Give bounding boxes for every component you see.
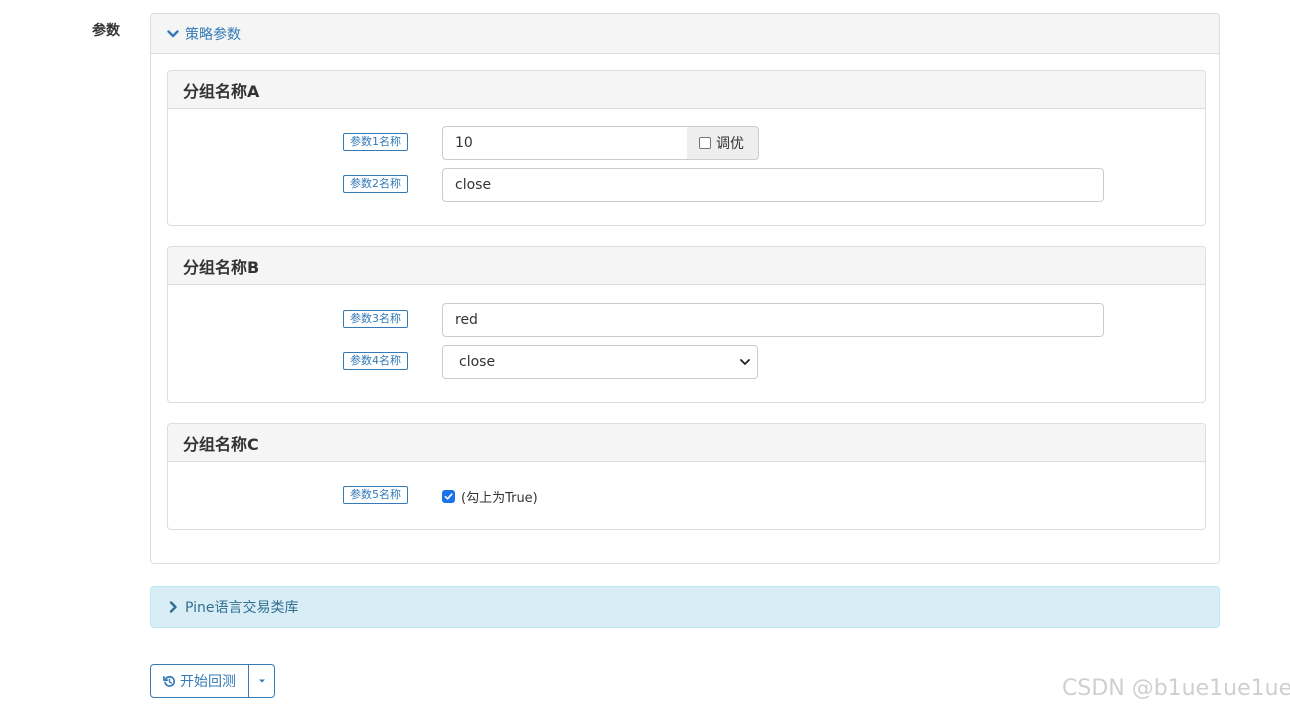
param-row-2: 参数2名称 xyxy=(168,168,1205,202)
param-row-3: 参数3名称 xyxy=(168,303,1205,337)
param-4-select[interactable]: close xyxy=(442,345,758,379)
group-a-title: 分组名称A xyxy=(168,71,1205,109)
backtest-button-group: 开始回测 xyxy=(150,664,275,698)
optimize-label: 调优 xyxy=(716,136,744,152)
optimize-checkbox[interactable] xyxy=(699,137,711,149)
param-1-optimize-addon[interactable]: 调优 xyxy=(687,126,759,160)
strategy-params-title: 策略参数 xyxy=(185,26,241,43)
param-5-checkbox[interactable] xyxy=(442,490,455,503)
param-2-label: 参数2名称 xyxy=(343,175,408,193)
backtest-dropdown-toggle[interactable] xyxy=(249,664,275,698)
check-icon xyxy=(444,493,453,500)
param-group-b: 分组名称B 参数3名称 参数4名称 close xyxy=(167,246,1206,403)
chevron-down-icon xyxy=(167,29,179,37)
caret-down-icon xyxy=(258,679,265,683)
param-2-input[interactable] xyxy=(442,168,1104,202)
group-c-title: 分组名称C xyxy=(168,424,1205,462)
param-group-a: 分组名称A 参数1名称 调优 参数2名称 xyxy=(167,70,1206,226)
chevron-right-icon xyxy=(169,601,177,613)
param-1-label: 参数1名称 xyxy=(343,133,408,151)
param-row-1: 参数1名称 调优 xyxy=(168,126,1205,160)
watermark: CSDN @b1ue1ue1ue xyxy=(1062,676,1290,701)
start-backtest-label: 开始回测 xyxy=(180,674,236,690)
start-backtest-button[interactable]: 开始回测 xyxy=(150,664,249,698)
param-5-checkbox-wrap[interactable]: (勾上为True) xyxy=(442,487,538,506)
param-4-selected: close xyxy=(459,354,496,370)
param-5-label: 参数5名称 xyxy=(343,486,408,504)
pine-library-title: Pine语言交易类库 xyxy=(185,600,299,616)
param-5-check-label: (勾上为True) xyxy=(461,491,538,506)
chevron-down-icon xyxy=(740,359,750,365)
param-group-c: 分组名称C 参数5名称 (勾上为True) xyxy=(167,423,1206,530)
group-b-title: 分组名称B xyxy=(168,247,1205,285)
param-1-input[interactable] xyxy=(442,126,688,160)
param-row-5: 参数5名称 (勾上为True) xyxy=(168,479,1205,513)
param-3-input[interactable] xyxy=(442,303,1104,337)
param-4-label: 参数4名称 xyxy=(343,352,408,370)
params-section-label: 参数 xyxy=(92,23,120,39)
strategy-params-panel: 策略参数 分组名称A 参数1名称 调优 参数2名称 分组名称B 参数3名称 参数… xyxy=(150,13,1220,564)
param-row-4: 参数4名称 close xyxy=(168,345,1205,379)
strategy-params-header[interactable]: 策略参数 xyxy=(151,14,1219,54)
history-icon xyxy=(163,675,176,687)
pine-library-panel[interactable]: Pine语言交易类库 xyxy=(150,586,1220,628)
param-3-label: 参数3名称 xyxy=(343,310,408,328)
